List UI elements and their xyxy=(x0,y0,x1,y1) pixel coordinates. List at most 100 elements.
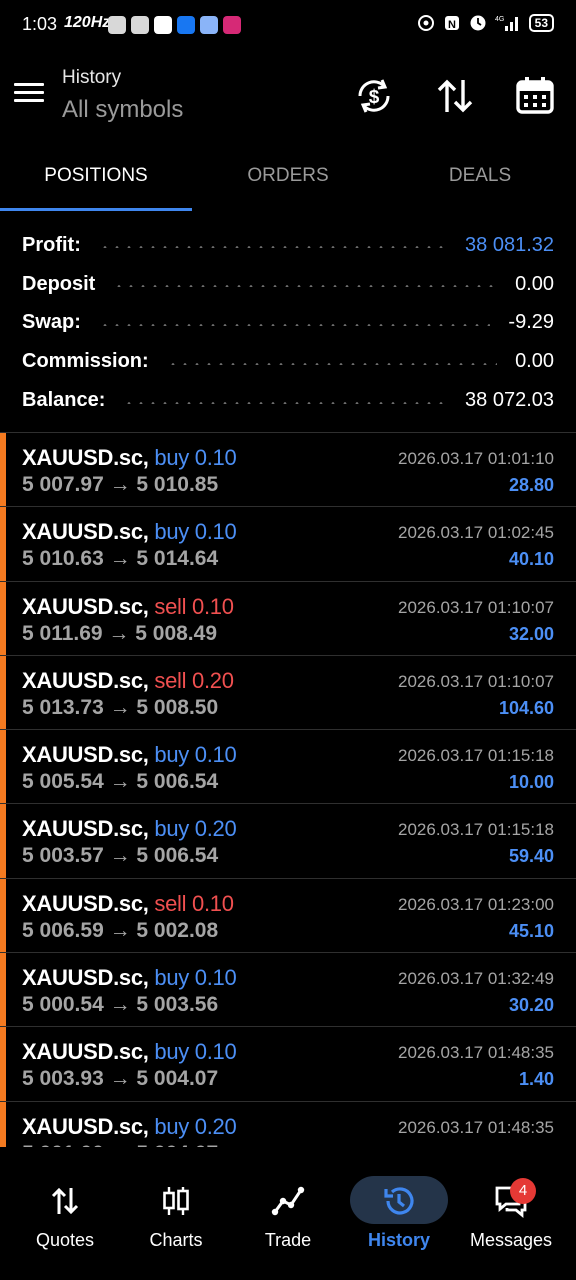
summary-row-balance: Balance: 38 072.03 xyxy=(0,381,576,420)
deal-time: 2026.03.17 01:02:45 xyxy=(398,523,554,543)
unread-badge: 4 xyxy=(510,1178,536,1204)
svg-text:4G: 4G xyxy=(495,16,504,23)
menu-button[interactable] xyxy=(14,78,50,114)
deal-row[interactable]: XAUUSD.sc, sell 0.10 5 006.59 → 5 002.08 2… xyxy=(0,878,576,954)
summary-value: 0.00 xyxy=(515,272,554,295)
deal-symbol-line: XAUUSD.sc, sell 0.10 xyxy=(22,594,234,620)
deal-symbol-line: XAUUSD.sc, buy 0.10 xyxy=(22,742,237,768)
deal-row[interactable]: XAUUSD.sc, buy 0.10 5 003.93 → 5 004.07 20… xyxy=(0,1027,576,1102)
notification-icons xyxy=(108,16,241,34)
row-marker xyxy=(0,581,6,655)
telegram-icon xyxy=(108,16,126,34)
deal-row[interactable]: XAUUSD.sc, buy 0.20 5 003.57 → 5 006.54 20… xyxy=(0,804,576,879)
nav-label: Trade xyxy=(264,1230,312,1250)
deal-row[interactable]: XAUUSD.sc, buy 0.10 5 007.97 → 5 010.85 20… xyxy=(0,433,576,508)
svg-text:N: N xyxy=(448,19,456,31)
deal-symbol-line: XAUUSD.sc, buy 0.10 xyxy=(22,445,237,471)
deal-symbol-line: XAUUSD.sc, buy 0.10 xyxy=(22,1039,237,1065)
calendar-icon[interactable] xyxy=(513,74,557,118)
system-indicators: N 4G 53 xyxy=(417,14,554,32)
status-bar: 1:03 120Hz N 4G 53 xyxy=(0,0,576,50)
summary-value: 38 072.03 xyxy=(465,389,554,412)
summary-label: Commission: xyxy=(22,350,149,373)
nav-trade[interactable]: Trade xyxy=(232,1176,344,1266)
page-title: History xyxy=(62,67,122,88)
facebook-icon xyxy=(177,16,195,34)
deal-symbol-line: XAUUSD.sc, sell 0.20 xyxy=(22,668,234,694)
deal-side-volume: buy 0.10 xyxy=(154,519,237,545)
deal-row[interactable]: XAUUSD.sc, buy 0.10 5 000.54 → 5 003.56 20… xyxy=(0,953,576,1028)
nav-quotes[interactable]: Quotes xyxy=(9,1176,121,1266)
row-marker xyxy=(0,953,6,1027)
deal-side-volume: sell 0.20 xyxy=(154,667,234,693)
deal-row[interactable]: XAUUSD.sc, buy 0.10 5 005.54 → 5 006.54 20… xyxy=(0,730,576,805)
summary-value: -9.29 xyxy=(508,311,554,334)
app-icon xyxy=(154,16,172,34)
tab-orders[interactable]: ORDERS xyxy=(192,150,384,212)
deal-symbol: XAUUSD.sc, xyxy=(22,593,149,619)
deal-row[interactable]: XAUUSD.sc, sell 0.10 5 011.69 → 5 008.49 2… xyxy=(0,581,576,656)
deal-row[interactable]: XAUUSD.sc, buy 0.10 5 010.63 → 5 014.64 20… xyxy=(0,507,576,582)
sort-icon[interactable] xyxy=(433,74,477,118)
deal-time: 2026.03.17 01:32:49 xyxy=(398,969,554,989)
symbol-filter[interactable]: All symbols xyxy=(62,96,183,124)
row-marker xyxy=(0,804,6,878)
history-clock-icon xyxy=(384,1187,414,1215)
deal-profit: 40.10 xyxy=(508,549,554,570)
signal-icon: 4G xyxy=(495,16,518,31)
deal-side-volume: buy 0.10 xyxy=(154,742,237,768)
deal-profit: 30.20 xyxy=(508,995,554,1016)
tab-deals[interactable]: DEALS xyxy=(384,150,576,212)
active-tab-indicator xyxy=(0,208,192,211)
dotted-leader xyxy=(123,401,448,404)
summary-row-commission: Commission: 0.00 xyxy=(0,342,576,381)
nav-charts[interactable]: Charts xyxy=(120,1176,232,1266)
deal-time: 2026.03.17 01:10:07 xyxy=(398,671,554,691)
nav-history[interactable]: History xyxy=(343,1176,455,1266)
summary-label: Deposit xyxy=(22,272,96,295)
deal-time: 2026.03.17 01:10:07 xyxy=(398,597,554,617)
app-header: History All symbols $ xyxy=(0,60,576,140)
deal-profit: 10.00 xyxy=(508,772,554,793)
nav-label: Charts xyxy=(149,1230,203,1250)
deal-side-volume: sell 0.10 xyxy=(154,890,234,916)
deal-prices: 5 007.97 → 5 010.85 xyxy=(22,473,219,496)
summary-label: Balance: xyxy=(22,389,106,412)
nav-label: Quotes xyxy=(35,1230,95,1250)
tab-positions[interactable]: POSITIONS xyxy=(0,150,192,212)
deal-symbol: XAUUSD.sc, xyxy=(22,965,149,991)
deal-prices: 5 001.00 → 5 004.07 xyxy=(22,1142,218,1147)
deal-time: 2026.03.17 01:15:18 xyxy=(398,746,554,766)
dotted-leader xyxy=(98,246,448,249)
deal-symbol: XAUUSD.sc, xyxy=(22,890,149,916)
deal-prices: 5 006.59 → 5 002.08 xyxy=(22,918,219,942)
deal-prices: 5 005.54 → 5 006.54 xyxy=(22,770,219,794)
summary-value: 38 081.32 xyxy=(465,233,554,256)
tab-bar: POSITIONS ORDERS DEALS xyxy=(0,150,576,212)
summary-label: Profit: xyxy=(22,233,81,256)
deal-profit: 45.10 xyxy=(508,920,554,941)
deal-row[interactable]: XAUUSD.sc, buy 0.20 5 001.00 → 5 004.07 20… xyxy=(0,1101,576,1147)
row-marker xyxy=(0,878,6,953)
row-marker xyxy=(0,1027,6,1101)
deal-side-volume: buy 0.10 xyxy=(154,445,237,470)
account-summary: Profit: 38 081.32 Deposit 0.00 Swap: -9.… xyxy=(0,226,576,420)
dotted-leader xyxy=(166,362,498,365)
currency-cycle-icon[interactable]: $ xyxy=(352,74,396,118)
positions-list: XAUUSD.sc, buy 0.10 5 007.97 → 5 010.85 20… xyxy=(0,433,576,1147)
deal-time: 2026.03.17 01:23:00 xyxy=(398,894,554,914)
nav-label: Messages xyxy=(469,1230,553,1250)
deal-symbol-line: XAUUSD.sc, buy 0.20 xyxy=(22,1114,237,1140)
deal-side-volume: sell 0.10 xyxy=(154,593,234,619)
deal-side-volume: buy 0.10 xyxy=(154,965,237,991)
deal-profit: 59.40 xyxy=(508,846,554,867)
battery-indicator: 53 xyxy=(528,14,554,32)
deal-prices: 5 013.73 → 5 008.50 xyxy=(22,695,219,719)
deal-row[interactable]: XAUUSD.sc, sell 0.20 5 013.73 → 5 008.50 2… xyxy=(0,655,576,731)
telegram-icon xyxy=(131,16,149,34)
deal-prices: 5 010.63 → 5 014.64 xyxy=(22,547,219,571)
deal-prices: 5 011.69 → 5 008.49 xyxy=(22,621,217,645)
quotes-arrows-icon xyxy=(51,1187,79,1215)
deal-side-volume: buy 0.20 xyxy=(154,816,237,842)
deal-symbol: XAUUSD.sc, xyxy=(22,816,149,842)
